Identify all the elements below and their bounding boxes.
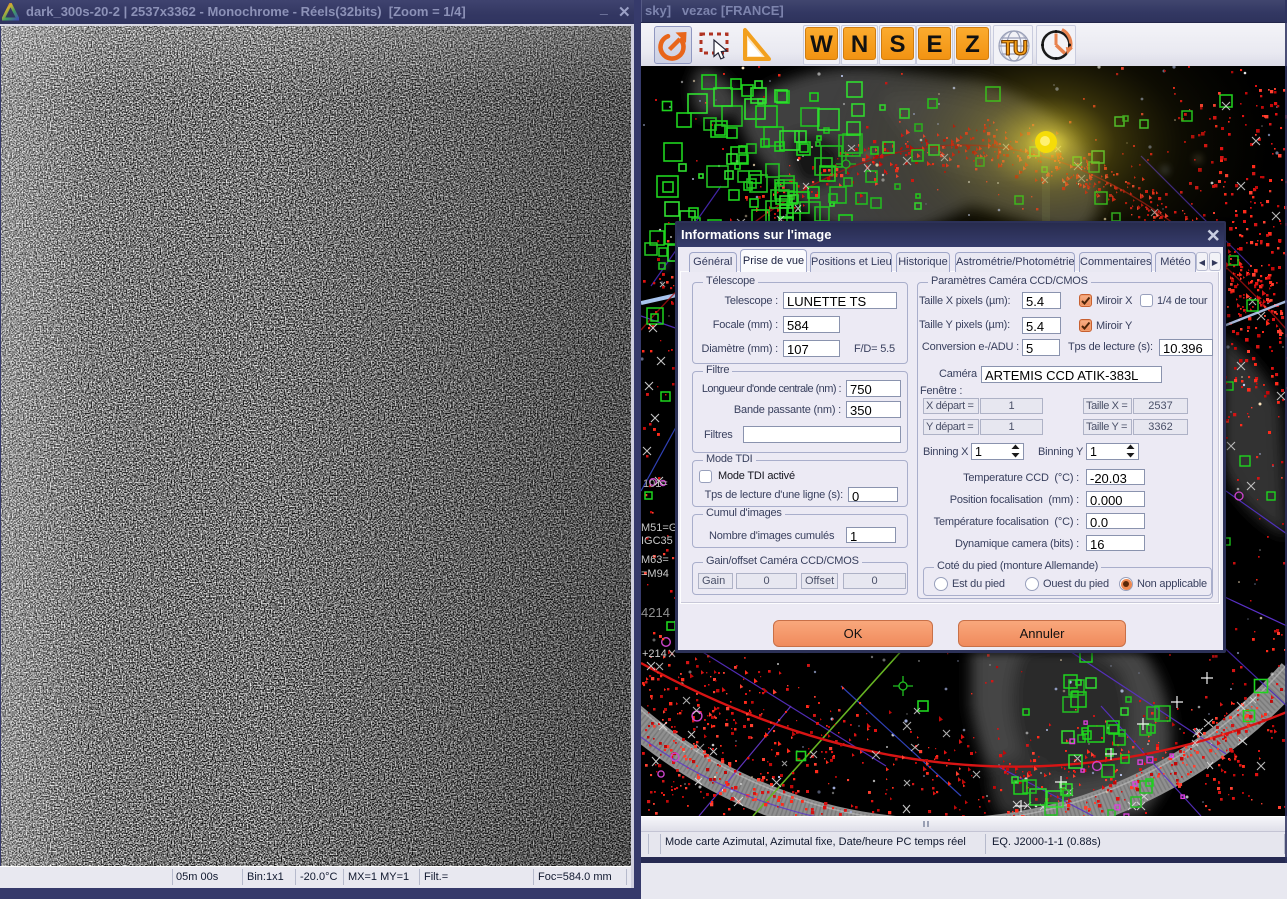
svg-text:=M94: =M94 [641,568,669,580]
svg-text:IGC35: IGC35 [641,535,673,547]
svg-text:4214: 4214 [641,605,670,620]
svg-text:101=: 101= [643,478,668,490]
svg-text:M51=G: M51=G [641,522,677,534]
svg-text:+214: +214 [642,648,667,660]
svg-text:TU: TU [1002,37,1027,60]
svg-text:M63=: M63= [641,554,669,566]
